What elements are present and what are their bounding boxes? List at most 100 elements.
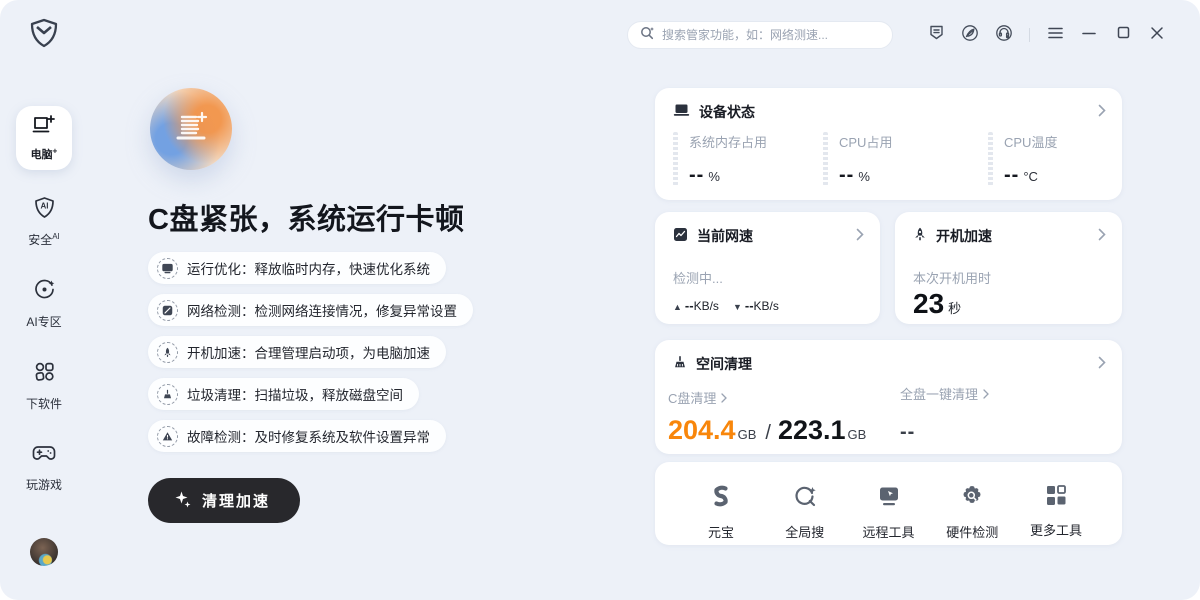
boot-time-label: 本次开机用时 <box>913 268 991 287</box>
tool-yuanbao[interactable]: 元宝 <box>685 484 757 545</box>
tool-hardware-check[interactable]: 硬件检测 <box>936 484 1008 545</box>
network-values: ▲--KB/s ▼--KB/s <box>673 298 779 313</box>
computer-plus-icon <box>32 114 56 141</box>
tool-label: 元宝 <box>708 522 734 541</box>
global-search-icon <box>793 484 817 513</box>
sidebar-item-label: 玩游戏 <box>26 476 62 493</box>
sidebar-item-software[interactable]: 下软件 <box>0 360 88 412</box>
card-header: 设备状态 <box>673 102 755 122</box>
status-orb <box>150 88 232 170</box>
search-input-wrapper[interactable] <box>627 21 893 49</box>
close-icon <box>1150 26 1164 45</box>
download-speed: ▼--KB/s <box>733 298 779 313</box>
c-drive-usage: 204.4 GB / 223.1 GB <box>668 415 868 446</box>
feature-text: 运行优化：释放临时内存，快速优化系统 <box>187 258 430 278</box>
user-avatar[interactable] <box>30 538 58 566</box>
c-drive-label: C盘清理 <box>668 388 716 407</box>
close-button[interactable] <box>1140 21 1174 49</box>
feature-run-optimize[interactable]: 运行优化：释放临时内存，快速优化系统 <box>148 252 446 284</box>
network-status-text: 检测中... <box>673 268 723 287</box>
full-clean-value: -- <box>900 421 989 444</box>
feedback-button[interactable] <box>919 21 953 49</box>
hardware-check-icon <box>960 484 984 513</box>
stat-memory: 系统内存占用 --% <box>673 132 823 187</box>
tool-global-search[interactable]: 全局搜 <box>769 484 841 545</box>
search-input[interactable] <box>662 28 880 42</box>
search-icon <box>640 26 654 45</box>
maximize-icon <box>1117 26 1130 44</box>
feature-list: 运行优化：释放临时内存，快速优化系统 网络检测：检测网络连接情况，修复异常设置 … <box>148 252 473 452</box>
chevron-right-icon <box>983 389 989 399</box>
minimize-button[interactable] <box>1072 21 1106 49</box>
total-space-value: 223.1 <box>778 415 846 446</box>
app-logo-shield-icon <box>28 17 60 49</box>
sidebar-item-label: AI专区 <box>26 313 61 330</box>
laptop-icon <box>673 103 690 121</box>
sidebar-item-ai-zone[interactable]: AI专区 <box>0 278 88 330</box>
chevron-right-icon[interactable] <box>1098 104 1106 122</box>
stat-bar <box>673 132 678 186</box>
titlebar-controls <box>627 21 1174 49</box>
more-tools-icon <box>1045 484 1067 511</box>
sidebar-item-games[interactable]: 玩游戏 <box>0 442 88 493</box>
maximize-button[interactable] <box>1106 21 1140 49</box>
boot-time-value: 23秒 <box>913 288 961 320</box>
device-status-card[interactable]: 设备状态 系统内存占用 --% CPU占用 --% <box>655 88 1122 200</box>
feather-icon <box>961 24 979 47</box>
feather-button[interactable] <box>953 21 987 49</box>
feature-junk-clean[interactable]: 垃圾清理：扫描垃圾，释放磁盘空间 <box>148 378 419 410</box>
stat-value: --% <box>689 164 767 187</box>
network-icon <box>157 300 178 321</box>
c-drive-clean-link[interactable]: C盘清理 <box>668 388 868 407</box>
full-clean-label: 全盘一键清理 <box>900 384 978 403</box>
tool-more[interactable]: 更多工具 <box>1020 484 1092 545</box>
menu-button[interactable] <box>1038 21 1072 49</box>
up-triangle-icon: ▲ <box>673 302 682 312</box>
sidebar-item-computer[interactable]: 电脑+ <box>16 106 72 170</box>
tool-label: 硬件检测 <box>946 522 998 541</box>
tools-card: 元宝 全局搜 远程工具 硬件检测 <box>655 462 1122 545</box>
feature-text: 垃圾清理：扫描垃圾，释放磁盘空间 <box>187 384 403 404</box>
chevron-right-icon[interactable] <box>1098 356 1106 374</box>
sidebar-item-security-ai[interactable]: AI 安全AI <box>0 196 88 248</box>
rocket-icon <box>157 342 178 363</box>
broom-icon <box>157 384 178 405</box>
device-stats: 系统内存占用 --% CPU占用 --% CPU温度 --°C <box>673 132 1138 187</box>
boot-speedup-card[interactable]: 开机加速 本次开机用时 23秒 <box>895 212 1122 324</box>
space-clean-card[interactable]: 空间清理 C盘清理 204.4 GB / 223.1 GB 全盘一键清理 -- <box>655 340 1122 454</box>
speed-chart-icon <box>673 227 688 245</box>
stat-value: --°C <box>1004 164 1057 187</box>
tool-label: 远程工具 <box>862 522 914 541</box>
chevron-right-icon[interactable] <box>1098 228 1106 246</box>
card-title: 空间清理 <box>696 354 752 374</box>
clean-speedup-button[interactable]: 清理加速 <box>148 478 300 523</box>
stat-bar <box>988 132 993 186</box>
tool-label: 更多工具 <box>1030 520 1082 539</box>
card-header: 当前网速 <box>673 226 753 246</box>
card-header: 开机加速 <box>913 226 992 246</box>
warning-icon <box>157 426 178 447</box>
shield-ai-icon: AI <box>33 196 56 224</box>
stat-cpu-temp: CPU温度 --°C <box>988 132 1138 187</box>
feature-fault-detect[interactable]: 故障检测：及时修复系统及软件设置异常 <box>148 420 446 452</box>
full-clean-link[interactable]: 全盘一键清理 <box>900 384 989 403</box>
card-title: 开机加速 <box>936 226 992 246</box>
ai-zone-icon <box>33 278 56 306</box>
rocket-icon <box>913 227 927 245</box>
feature-network-check[interactable]: 网络检测：检测网络连接情况，修复异常设置 <box>148 294 473 326</box>
chevron-right-icon[interactable] <box>856 228 864 246</box>
sidebar-item-label: 安全AI <box>28 231 60 248</box>
yuanbao-swirl-icon <box>709 484 733 513</box>
sparkle-icon <box>174 490 192 512</box>
stat-cpu: CPU占用 --% <box>823 132 988 187</box>
chevron-right-icon <box>721 393 727 403</box>
feature-boot-speedup[interactable]: 开机加速：合理管理启动项，为电脑加速 <box>148 336 446 368</box>
card-title: 当前网速 <box>697 226 753 246</box>
tool-remote[interactable]: 远程工具 <box>853 484 925 545</box>
sidebar-item-label: 电脑+ <box>31 146 58 162</box>
stat-label: 系统内存占用 <box>689 132 767 151</box>
minimize-icon <box>1082 26 1096 45</box>
network-speed-card[interactable]: 当前网速 检测中... ▲--KB/s ▼--KB/s <box>655 212 880 324</box>
support-button[interactable] <box>987 21 1021 49</box>
c-drive-section: C盘清理 204.4 GB / 223.1 GB <box>668 388 868 446</box>
